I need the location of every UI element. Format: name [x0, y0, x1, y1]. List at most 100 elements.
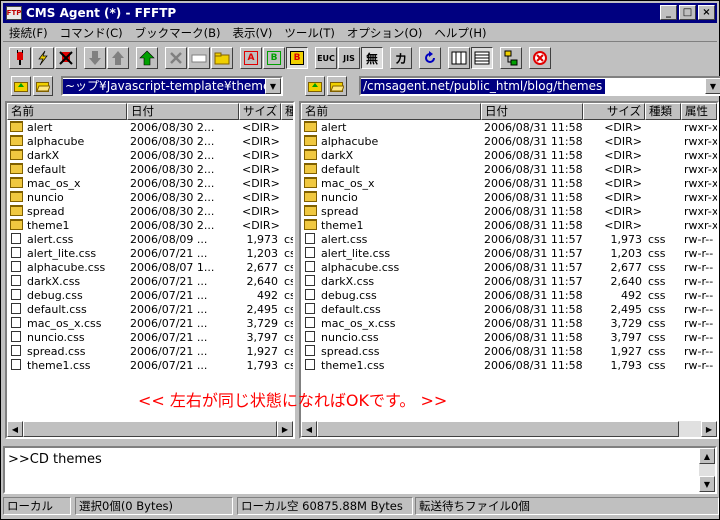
rename-button[interactable] — [188, 47, 210, 69]
col-size[interactable]: サイズ — [239, 103, 281, 120]
menu-help[interactable]: ヘルプ(H) — [428, 25, 492, 41]
file-row[interactable]: mac_os_x 2006/08/31 11:58 <DIR> rwxr-x — [301, 177, 717, 191]
minimize-button[interactable]: _ — [660, 5, 677, 20]
col-date[interactable]: 日付 — [127, 103, 239, 120]
file-row[interactable]: default 2006/08/31 11:58 <DIR> rwxr-x — [301, 163, 717, 177]
scroll-right-icon[interactable]: ▶ — [701, 421, 717, 437]
col-attr[interactable]: 属性 — [681, 103, 717, 120]
file-row[interactable]: spread.css 2006/07/21 ... 1,927 css — [7, 345, 293, 359]
connect-button[interactable] — [9, 47, 31, 69]
chevron-down-icon[interactable]: ▼ — [265, 78, 281, 94]
menu-tools[interactable]: ツール(T) — [278, 25, 341, 41]
file-row[interactable]: alphacube 2006/08/31 11:58 <DIR> rwxr-x — [301, 135, 717, 149]
file-row[interactable]: alert.css 2006/08/09 ... 1,973 css — [7, 233, 293, 247]
maximize-button[interactable]: □ — [679, 5, 696, 20]
scroll-up-icon[interactable]: ▲ — [699, 448, 715, 464]
scroll-down-icon[interactable]: ▼ — [699, 476, 715, 492]
file-row[interactable]: alert.css 2006/08/31 11:57 1,973 css rw-r-- — [301, 233, 717, 247]
file-row[interactable]: alert 2006/08/30 2... <DIR> — [7, 121, 293, 135]
col-name[interactable]: 名前 — [7, 103, 127, 120]
refresh-button[interactable] — [419, 47, 441, 69]
file-row[interactable]: alphacube.css 2006/08/31 11:57 2,677 css rw-… — [301, 261, 717, 275]
kana-button[interactable]: カ — [390, 47, 412, 69]
jis-button[interactable]: JIS — [338, 47, 360, 69]
file-row[interactable]: default 2006/08/30 2... <DIR> — [7, 163, 293, 177]
file-row[interactable]: alphacube 2006/08/30 2... <DIR> — [7, 135, 293, 149]
file-row[interactable]: darkX 2006/08/30 2... <DIR> — [7, 149, 293, 163]
menu-connect[interactable]: 接続(F) — [3, 25, 54, 41]
mkdir-button[interactable] — [211, 47, 233, 69]
file-row[interactable]: alert_lite.css 2006/07/21 ... 1,203 css — [7, 247, 293, 261]
file-row[interactable]: darkX 2006/08/31 11:58 <DIR> rwxr-x — [301, 149, 717, 163]
col-name[interactable]: 名前 — [301, 103, 481, 120]
remote-up-dir-button[interactable] — [305, 76, 325, 96]
file-row[interactable]: mac_os_x 2006/08/30 2... <DIR> — [7, 177, 293, 191]
binary-b-icon: B — [267, 51, 281, 65]
file-row[interactable]: debug.css 2006/08/31 11:58 492 css rw-r-- — [301, 289, 717, 303]
disconnect-button[interactable] — [55, 47, 77, 69]
file-row[interactable]: nuncio.css 2006/07/21 ... 3,797 css — [7, 331, 293, 345]
euc-button[interactable]: EUC — [315, 47, 337, 69]
remote-open-folder-button[interactable] — [327, 76, 347, 96]
file-row[interactable]: theme1.css 2006/08/31 11:58 1,793 css rw-r-- — [301, 359, 717, 373]
list-view-button[interactable] — [448, 47, 470, 69]
chevron-down-icon[interactable]: ▼ — [705, 78, 720, 94]
menu-command[interactable]: コマンド(C) — [54, 25, 129, 41]
auto-mode-button[interactable]: B — [286, 47, 308, 69]
scroll-left-icon[interactable]: ◀ — [7, 421, 23, 437]
remote-hscrollbar[interactable]: ◀ ▶ — [301, 421, 717, 437]
menu-view[interactable]: 表示(V) — [226, 25, 278, 41]
title-bar[interactable]: FTP CMS Agent (*) - FFFTP _ □ × — [3, 3, 717, 23]
quick-connect-button[interactable] — [32, 47, 54, 69]
delete-button[interactable] — [165, 47, 187, 69]
upload-button[interactable] — [107, 47, 129, 69]
close-button[interactable]: × — [698, 5, 715, 20]
file-row[interactable]: debug.css 2006/07/21 ... 492 css — [7, 289, 293, 303]
binary-mode-button[interactable]: B — [263, 47, 285, 69]
sync-button[interactable] — [500, 47, 522, 69]
file-row[interactable]: spread.css 2006/08/31 11:58 1,927 css rw-r-- — [301, 345, 717, 359]
file-row[interactable]: theme1 2006/08/30 2... <DIR> — [7, 219, 293, 233]
local-hscrollbar[interactable]: ◀ ▶ — [7, 421, 293, 437]
file-row[interactable]: spread 2006/08/30 2... <DIR> — [7, 205, 293, 219]
file-row[interactable]: default.css 2006/07/21 ... 2,495 css — [7, 303, 293, 317]
file-row[interactable]: mac_os_x.css 2006/07/21 ... 3,729 css — [7, 317, 293, 331]
file-row[interactable]: theme1 2006/08/31 11:58 <DIR> rwxr-x — [301, 219, 717, 233]
file-row[interactable]: mac_os_x.css 2006/08/31 11:58 3,729 css rw-r… — [301, 317, 717, 331]
scroll-thumb[interactable] — [317, 421, 679, 437]
col-type[interactable]: 種類 — [645, 103, 681, 120]
ascii-mode-button[interactable]: A — [240, 47, 262, 69]
col-size[interactable]: サイズ — [583, 103, 645, 120]
scroll-right-icon[interactable]: ▶ — [277, 421, 293, 437]
remote-path-combo[interactable]: /cmsagent.net/public_html/blog/themes ▼ — [359, 76, 720, 96]
command-log[interactable]: >>CD themes ▲ ▼ — [3, 446, 717, 494]
file-row[interactable]: darkX.css 2006/08/31 11:57 2,640 css rw-r-- — [301, 275, 717, 289]
detail-view-button[interactable] — [471, 47, 493, 69]
col-type[interactable]: 種 — [281, 103, 293, 120]
local-up-dir-button[interactable] — [11, 76, 31, 96]
file-row[interactable]: theme1.css 2006/07/21 ... 1,793 css — [7, 359, 293, 373]
file-row[interactable]: nuncio.css 2006/08/31 11:58 3,797 css rw-r-- — [301, 331, 717, 345]
stop-button[interactable] — [529, 47, 551, 69]
col-date[interactable]: 日付 — [481, 103, 583, 120]
scroll-left-icon[interactable]: ◀ — [301, 421, 317, 437]
file-row[interactable]: nuncio 2006/08/31 11:58 <DIR> rwxr-x — [301, 191, 717, 205]
menu-bookmark[interactable]: ブックマーク(B) — [129, 25, 227, 41]
local-path-combo[interactable]: ~ップ¥Javascript-template¥themes ▼ — [61, 76, 283, 96]
mirror-upload-button[interactable] — [136, 47, 158, 69]
no-convert-button[interactable]: 無 — [361, 47, 383, 69]
file-row[interactable]: alert 2006/08/31 11:58 <DIR> rwxr-x — [301, 121, 717, 135]
file-row[interactable]: default.css 2006/08/31 11:58 2,495 css rw-r-… — [301, 303, 717, 317]
download-button[interactable] — [84, 47, 106, 69]
local-open-folder-button[interactable] — [33, 76, 53, 96]
remote-path-text: /cmsagent.net/public_html/blog/themes — [361, 78, 605, 94]
cell-type-text: css — [648, 275, 666, 288]
scroll-thumb[interactable] — [23, 421, 277, 437]
file-row[interactable]: alert_lite.css 2006/08/31 11:57 1,203 css rw… — [301, 247, 717, 261]
log-vscrollbar[interactable]: ▲ ▼ — [699, 448, 715, 492]
file-row[interactable]: nuncio 2006/08/30 2... <DIR> — [7, 191, 293, 205]
file-row[interactable]: darkX.css 2006/07/21 ... 2,640 css — [7, 275, 293, 289]
file-row[interactable]: spread 2006/08/31 11:58 <DIR> rwxr-x — [301, 205, 717, 219]
file-row[interactable]: alphacube.css 2006/08/07 1... 2,677 css — [7, 261, 293, 275]
menu-options[interactable]: オプション(O) — [341, 25, 429, 41]
